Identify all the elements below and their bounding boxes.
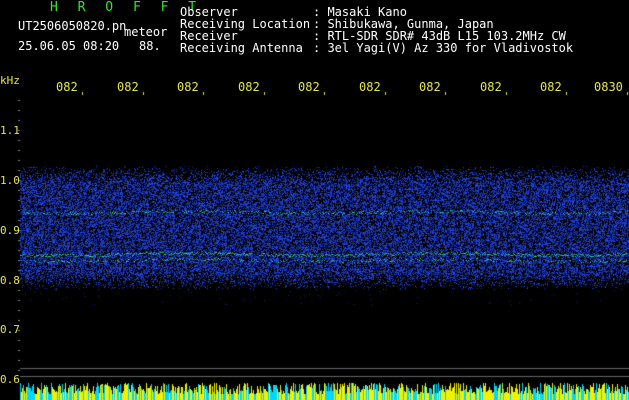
y-tick-label: 0.6 [0,373,20,386]
count-label: 88. [139,39,161,53]
x-tick-label: 082 [177,80,199,94]
y-tick-label: 0.8 [0,274,20,287]
meteor-label: meteor [124,25,168,39]
filename-label: UT2506050820.pn [18,19,127,33]
y-tick-label: 0.7 [0,323,20,336]
spectrogram-canvas [0,0,629,400]
x-tick-label: 082 [540,80,562,94]
y-tick-label: 1.1 [0,124,20,137]
x-tick-label: 082 [359,80,381,94]
datetime-label: 25.06.05 08:20 [18,39,120,53]
x-tick-label: 082 [238,80,260,94]
x-tick-label: 082 [419,80,441,94]
y-tick-label: 0.9 [0,224,20,237]
x-tick-label: 082 [56,80,78,94]
x-tick-label: 0830 [594,80,623,94]
info-label-antenna: Receiving Antenna [180,41,303,55]
x-tick-label: 082 [480,80,502,94]
axis-unit: kHz [0,74,20,87]
x-tick-label: 082 [117,80,139,94]
info-value-antenna: : 3el Yagi(V) Az 330 for Vladivostok [313,41,574,55]
x-tick-label: 082 [298,80,320,94]
y-tick-label: 1.0 [0,174,20,187]
